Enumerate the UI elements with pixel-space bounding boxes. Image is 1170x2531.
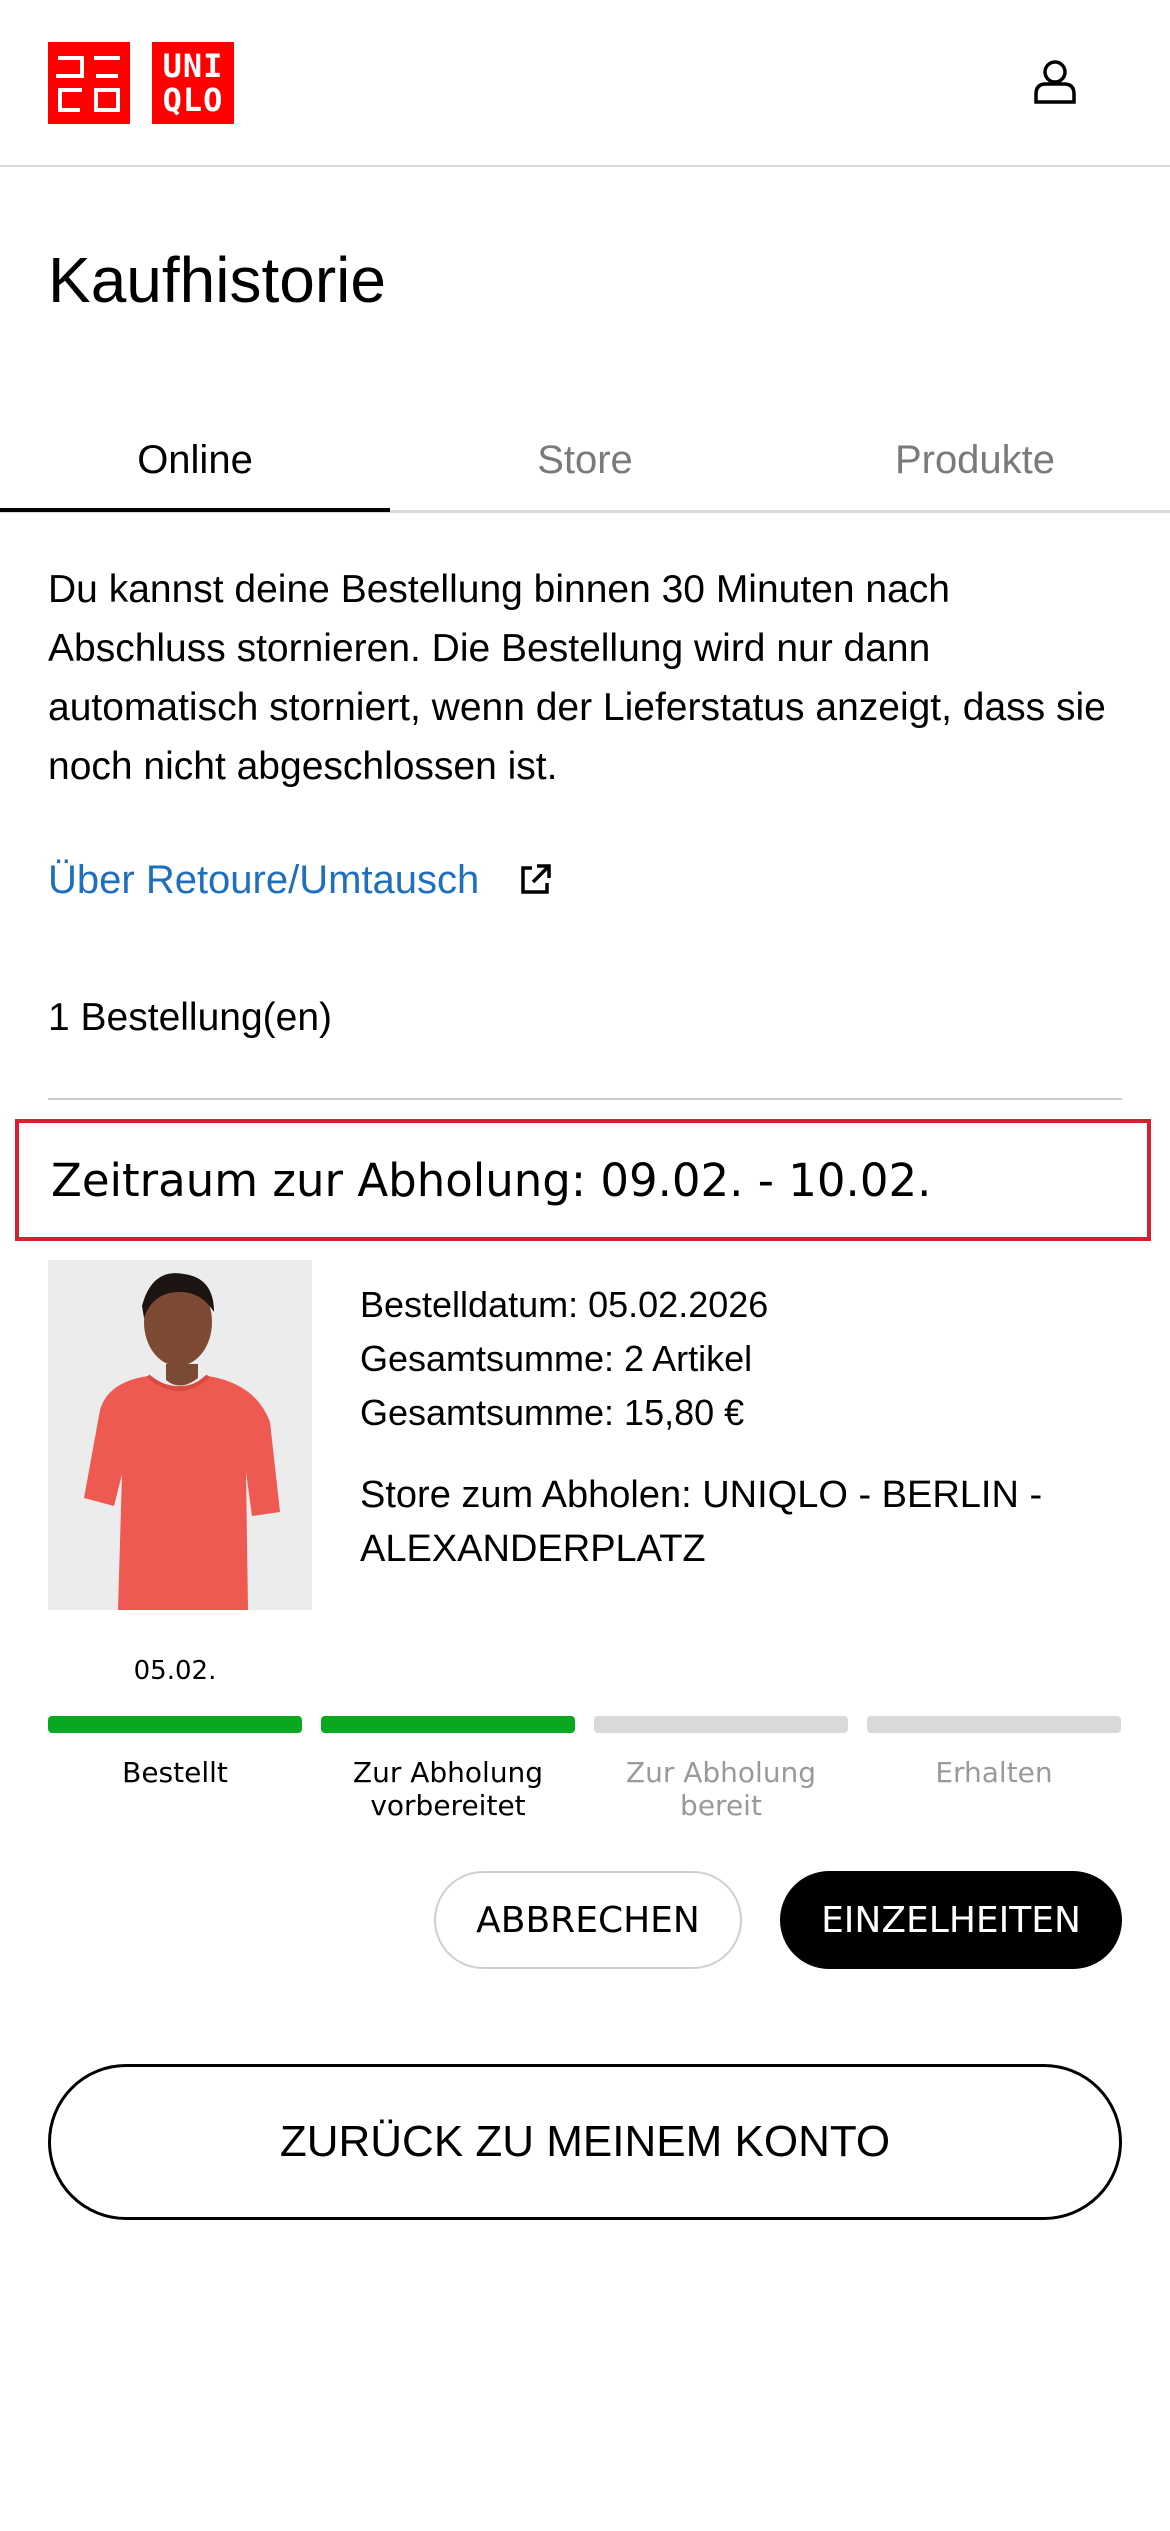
product-photo-tshirt [48,1260,312,1610]
tab-online[interactable]: Online [0,408,390,512]
step-label-ready: Zur Abholung bereit [625,1756,817,1822]
step-label-preparing: Zur Abholung vorbereitet [352,1756,544,1822]
logo-katakana-glyphs [56,56,120,112]
pickup-store: Store zum Abholen: UNIQLO - BERLIN - ALE… [360,1474,1043,1570]
page-title: Kaufhistorie [48,244,386,316]
tab-products[interactable]: Produkte [780,408,1170,512]
step-date: 05.02. [133,1656,217,1686]
return-exchange-link-label: Über Retoure/Umtausch [48,858,480,902]
progress-bar-preparing [321,1716,575,1733]
external-link-icon [521,864,552,894]
logo-text-top: UNI [162,47,224,85]
logo-text-bottom: QLO [162,81,224,119]
order-total-items: Gesamtsumme: 2 Artikel [360,1338,753,1379]
back-to-account-button[interactable]: ZURÜCK ZU MEINEM KONTO [48,2064,1122,2220]
user-icon[interactable] [1028,54,1082,108]
order-count: 1 Bestellung(en) [48,996,333,1039]
progress-bar-ready [594,1716,848,1733]
pickup-period-text: Zeitraum zur Abholung: 09.02. - 10.02. [51,1153,932,1207]
progress-bar-received [867,1716,1121,1733]
progress-bar-ordered [48,1716,302,1733]
uniqlo-logo-katakana[interactable] [48,42,130,124]
order-list-divider [48,1098,1122,1100]
tab-store[interactable]: Store [390,408,780,512]
product-image[interactable] [48,1260,312,1610]
cancel-order-button[interactable]: ABBRECHEN [434,1871,742,1969]
order-summary: Bestelldatum: 05.02.2026 Gesamtsumme: 2 … [360,1278,768,1440]
order-details-button[interactable]: EINZELHEITEN [780,1871,1122,1969]
step-label-ordered: Bestellt [122,1756,228,1789]
order-total-price: Gesamtsumme: 15,80 € [360,1392,745,1433]
active-tab-indicator [0,508,390,512]
uniqlo-logo[interactable]: UNI QLO [152,42,234,124]
order-date: Bestelldatum: 05.02.2026 [360,1284,769,1325]
header-divider [0,165,1170,167]
pickup-period: Zeitraum zur Abholung: 09.02. - 10.02. [15,1119,1151,1241]
step-label-received: Erhalten [935,1756,1053,1789]
return-exchange-link[interactable]: Über Retoure/Umtausch [48,848,553,912]
cancellation-info-text: Du kannst deine Bestellung binnen 30 Min… [48,568,1106,788]
